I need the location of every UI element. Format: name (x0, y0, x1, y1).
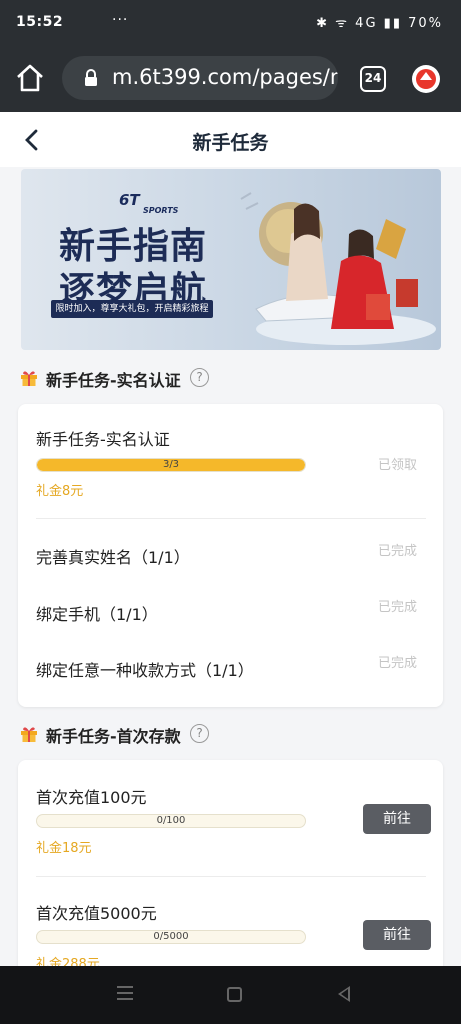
home-icon[interactable] (14, 62, 46, 94)
task-reward: 礼金18元 (36, 841, 92, 856)
progress-text: 3/3 (162, 459, 180, 470)
divider (36, 518, 426, 519)
task-name: 新手任务-实名认证 (36, 430, 170, 449)
task-progress-bar: 0/5000 (36, 930, 306, 944)
section-header-real-name: 新手任务-实名认证 ? (20, 366, 320, 392)
task-progress-bar: 3/3 (36, 458, 306, 472)
url-bar[interactable]: m.6t399.com/pages/ne (62, 56, 338, 100)
go-button[interactable]: 前往 (363, 920, 431, 950)
url-text: m.6t399.com/pages/ne (112, 65, 338, 89)
recent-apps-icon[interactable] (117, 986, 133, 1000)
subtask-status: 已完成 (377, 656, 417, 671)
page-title: 新手任务 (192, 132, 269, 154)
status-icons: ✱ ᯤ 4G ▮▮ 70% (316, 16, 443, 31)
subtask-status: 已完成 (377, 544, 417, 559)
app-header: 新手任务 (0, 112, 461, 167)
subtask-name: 绑定任意一种收款方式（1/1） (36, 661, 254, 680)
subtask-name: 绑定手机（1/1） (36, 605, 158, 624)
promo-banner[interactable]: 6T SPORTS 新手指南 逐梦启航 限时加入，尊享大礼包，开启精彩旅程 (21, 169, 441, 350)
lock-icon (85, 69, 97, 86)
browser-toolbar: m.6t399.com/pages/ne 24 (0, 44, 461, 112)
task-card-first-deposit: 首次充值100元 0/100 礼金18元 前往 首次充值5000元 0/5000… (18, 760, 443, 990)
gift-icon (21, 371, 37, 386)
progress-text: 0/5000 (153, 931, 189, 942)
divider (36, 876, 426, 877)
progress-text: 0/100 (156, 815, 186, 826)
task-name: 首次充值100元 (36, 788, 147, 807)
banner-illustration (240, 192, 436, 345)
status-bar: 15:52 ··· ✱ ᯤ 4G ▮▮ 70% (0, 0, 461, 44)
help-icon[interactable]: ? (190, 724, 209, 743)
upload-icon[interactable] (412, 65, 440, 93)
section-title: 新手任务-首次存款 (46, 727, 181, 746)
task-name: 首次充值5000元 (36, 904, 157, 923)
section-title: 新手任务-实名认证 (46, 371, 181, 390)
tabs-count-icon[interactable]: 24 (360, 66, 386, 92)
system-nav-bar (0, 966, 461, 1024)
task-progress-bar: 0/100 (36, 814, 306, 828)
banner-tagline: 限时加入，尊享大礼包，开启精彩旅程 (51, 300, 213, 318)
task-status: 已领取 (377, 458, 417, 473)
help-icon[interactable]: ? (190, 368, 209, 387)
gift-icon (21, 727, 37, 742)
section-header-first-deposit: 新手任务-首次存款 ? (20, 722, 320, 748)
go-button[interactable]: 前往 (363, 804, 431, 834)
home-button-icon[interactable] (227, 987, 242, 1002)
status-time: 15:52 (16, 14, 64, 30)
subtask-name: 完善真实姓名（1/1） (36, 548, 190, 567)
back-button-icon[interactable] (338, 986, 350, 1002)
task-card-real-name: 新手任务-实名认证 3/3 礼金8元 已领取 完善真实姓名（1/1） 已完成 绑… (18, 404, 443, 707)
banner-logo: 6T SPORTS (119, 191, 179, 215)
subtask-status: 已完成 (377, 600, 417, 615)
status-more: ··· (112, 12, 129, 28)
task-reward: 礼金8元 (36, 484, 84, 499)
